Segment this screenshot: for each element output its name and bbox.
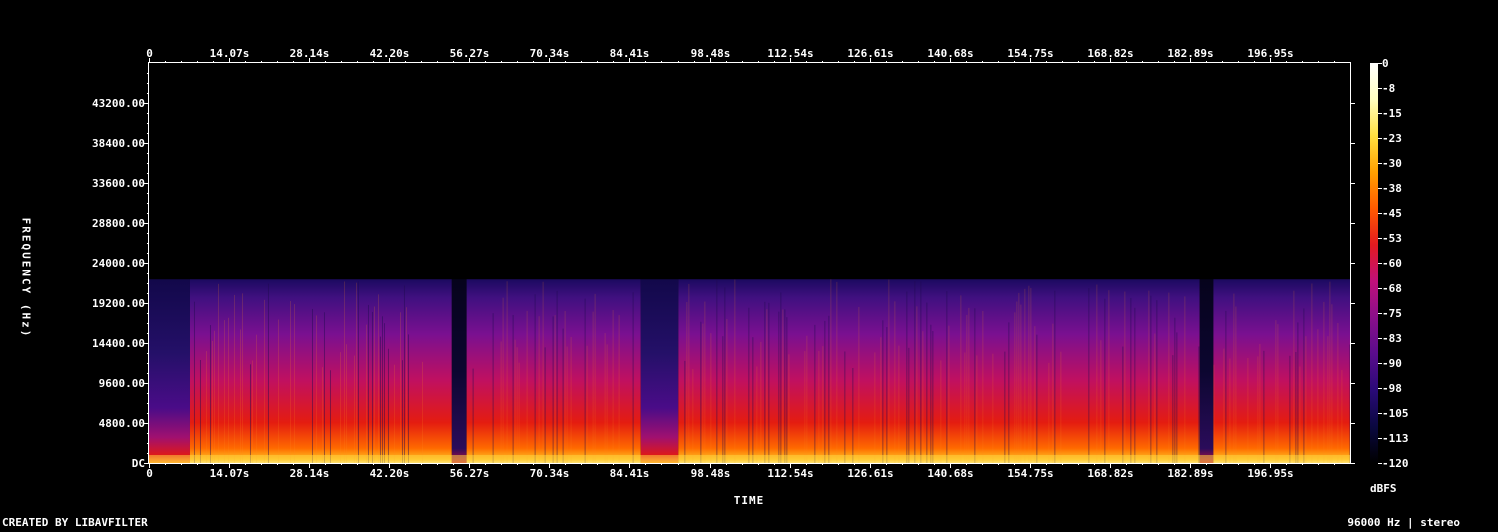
y-tick-label: 24000.00 [92,256,145,270]
colorbar-tick-label: -113 [1382,431,1409,445]
colorbar-tick-label: -68 [1382,281,1402,295]
x-tick-label-bottom: 140.68s [927,467,974,480]
x-tick-label-bottom: 0 [146,467,153,480]
colorbar-tick-label: -8 [1382,81,1396,95]
spectrogram-segment-gap [451,279,467,463]
colorbar-tick-label: -15 [1382,106,1402,120]
x-tick-label-bottom: 84.41s [609,467,650,480]
y-tick-label: 9600.00 [98,376,145,390]
x-tick-label-bottom: 14.07s [209,467,250,480]
spectrogram-svg [144,58,1382,468]
colorbar-tick-label: -53 [1382,231,1402,245]
low-frequency-band [149,455,1350,463]
x-tick-label-top: 42.20s [369,47,410,60]
colorbar-tick-label: 0 [1382,56,1389,70]
y-tick-label: 43200.00 [92,96,145,110]
x-tick-label-bottom: 182.89s [1167,467,1214,480]
y-tick-label: 4800.00 [98,416,145,430]
y-tick-label: 14400.00 [92,336,145,350]
x-tick-label-bottom: 98.48s [690,467,731,480]
colorbar-tick-label: -75 [1382,306,1402,320]
x-tick-label-top: 154.75s [1007,47,1054,60]
x-tick-label-bottom: 154.75s [1007,467,1054,480]
colorbar-tick-label: -83 [1382,331,1402,345]
credit-text: CREATED BY LIBAVFILTER [2,516,148,529]
y-tick-label: 33600.00 [92,176,145,190]
spectrogram-segment-gap [1199,279,1214,463]
x-tick-label-bottom: 112.54s [767,467,814,480]
x-tick-label-top: 196.95s [1247,47,1294,60]
colorbar-tick-label: -90 [1382,356,1402,370]
colorbar-tick-label: -60 [1382,256,1402,270]
x-tick-label-top: 168.82s [1087,47,1134,60]
colorbar [1370,63,1378,463]
colorbar-tick-label: -45 [1382,206,1402,220]
x-tick-label-top: 126.61s [847,47,894,60]
x-tick-label-bottom: 70.34s [529,467,570,480]
colorbar-tick-label: -30 [1382,156,1402,170]
x-tick-label-top: 112.54s [767,47,814,60]
x-tick-label-top: 182.89s [1167,47,1214,60]
spectrogram-segment-quiet [640,279,679,463]
x-tick-label-bottom: 42.20s [369,467,410,480]
spectrogram-segment-loud [189,279,452,463]
plot-area [149,63,1351,463]
x-axis-label: TIME [733,494,765,507]
colorbar-tick-label: -120 [1382,456,1409,470]
x-tick-label-top: 0 [146,47,153,60]
y-axis-label: FREQUENCY (Hz) [19,217,33,339]
x-tick-label-top: 56.27s [449,47,490,60]
x-tick-label-bottom: 196.95s [1247,467,1294,480]
spectrogram-segment-quiet [149,279,190,463]
x-tick-label-top: 28.14s [289,47,330,60]
y-tick-label: 19200.00 [92,296,145,310]
colorbar-tick-label: -38 [1382,181,1402,195]
colorbar-tick-label: -23 [1382,131,1402,145]
y-tick-label: 38400.00 [92,136,145,150]
colorbar-tick-label: -105 [1382,406,1409,420]
x-tick-label-top: 84.41s [609,47,650,60]
x-tick-label-top: 98.48s [690,47,731,60]
y-tick-label: DC [131,456,145,470]
x-tick-label-top: 140.68s [927,47,974,60]
spectrogram-chart: FREQUENCY (Hz) TIME dBFS CREATED BY LIBA… [0,0,1498,530]
colorbar-unit-label: dBFS [1370,482,1397,495]
x-tick-label-bottom: 28.14s [289,467,330,480]
y-tick-label: 28800.00 [92,216,145,230]
x-tick-label-bottom: 126.61s [847,467,894,480]
colorbar-tick-label: -98 [1382,381,1402,395]
x-tick-label-top: 14.07s [209,47,250,60]
x-tick-label-top: 70.34s [529,47,570,60]
audio-info-text: 96000 Hz | stereo [1347,516,1460,529]
x-tick-label-bottom: 56.27s [449,467,490,480]
x-tick-label-bottom: 168.82s [1087,467,1134,480]
